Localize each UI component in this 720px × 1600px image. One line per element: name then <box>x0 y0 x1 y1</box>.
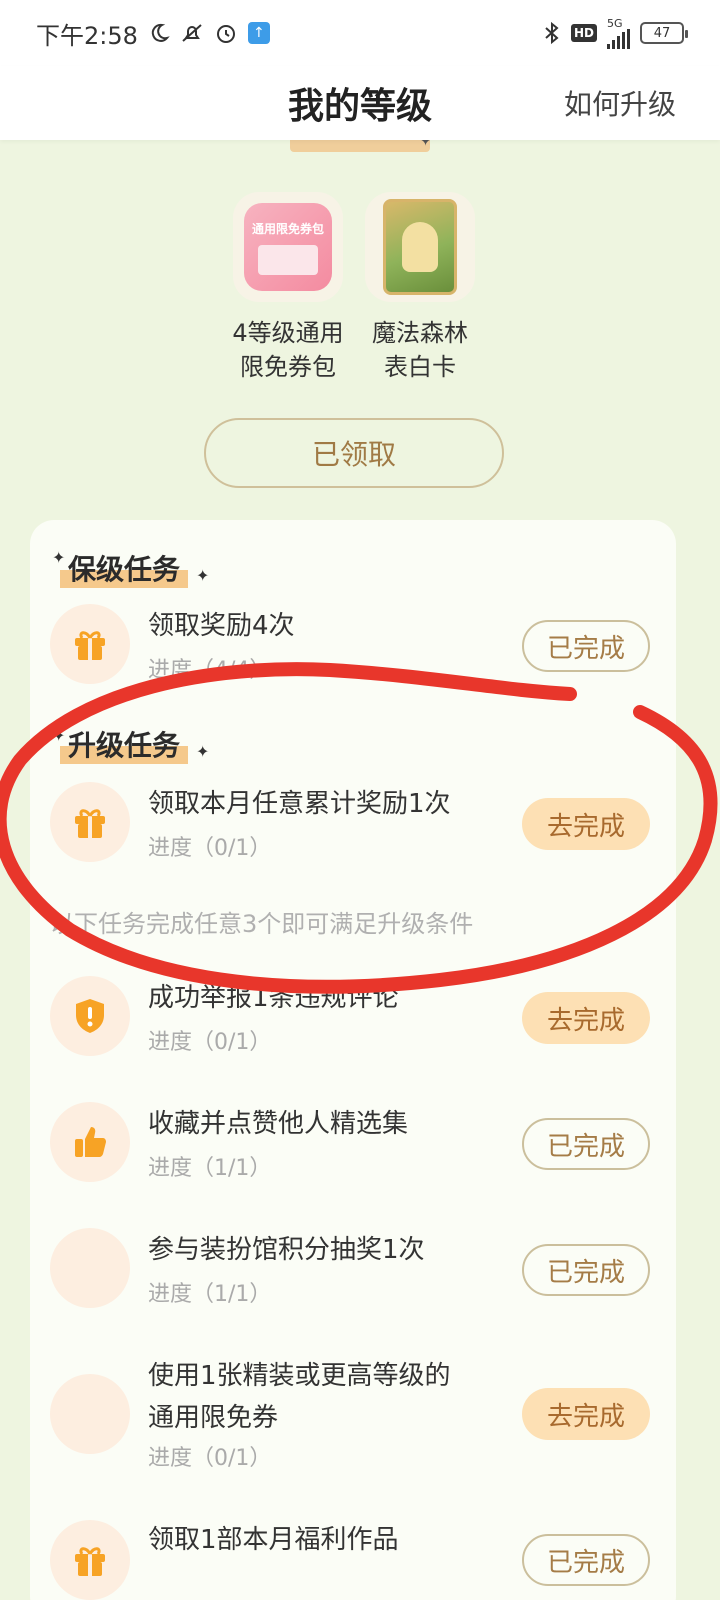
maintain-section-title: 保级任务 <box>60 548 189 588</box>
reward-label-line2: 限免券包 <box>240 353 336 381</box>
task-row: 领取本月任意累计奖励1次 进度（0/1） 去完成 <box>50 782 650 862</box>
reward-label-line1: 魔法森林 <box>372 319 468 347</box>
task-done-button[interactable]: 已完成 <box>522 620 650 672</box>
network-type: 5G <box>607 16 623 30</box>
sparkle-icon: ✦ <box>196 566 210 585</box>
task-row: 领取奖励4次 进度（4/4） 已完成 <box>50 604 650 684</box>
task-name: 领取奖励4次 <box>148 611 295 641</box>
upgrade-hint: 以下任务完成任意3个即可满足升级条件 <box>50 910 474 938</box>
task-done-button[interactable]: 已完成 <box>522 1118 650 1170</box>
reward-label: 魔法森林 表白卡 <box>350 316 490 384</box>
hd-badge: HD <box>570 24 597 42</box>
thumbs-up-icon <box>50 1102 130 1182</box>
task-row: 收藏并点赞他人精选集 进度（1/1） 已完成 <box>50 1102 650 1182</box>
task-progress: 进度（4/4） <box>148 658 272 683</box>
battery-icon: 47 <box>640 22 688 44</box>
task-row: 使用1张精装或更高等级的 通用限免券 进度（0/1） 去完成 <box>50 1356 650 1476</box>
task-name-line1: 使用1张精装或更高等级的 <box>148 1361 451 1391</box>
reward-item-coupon-pack[interactable]: 通用限免券包 4等级通用 限免券包 <box>218 192 358 384</box>
task-icon-placeholder <box>50 1228 130 1308</box>
task-done-button[interactable]: 已完成 <box>522 1244 650 1296</box>
task-done-button[interactable]: 已完成 <box>522 1534 650 1586</box>
gift-icon <box>50 782 130 862</box>
task-row: 成功举报1条违规评论 进度（0/1） 去完成 <box>50 976 650 1056</box>
upload-icon: ↑ <box>247 22 270 44</box>
gift-icon <box>50 604 130 684</box>
task-name: 领取本月任意累计奖励1次 <box>148 789 451 819</box>
task-name: 成功举报1条违规评论 <box>148 983 399 1013</box>
task-name: 收藏并点赞他人精选集 <box>148 1109 409 1139</box>
task-progress: 进度（0/1） <box>148 1030 272 1055</box>
shield-icon <box>50 976 130 1056</box>
task-go-button[interactable]: 去完成 <box>522 798 650 850</box>
task-progress: 进度（1/1） <box>148 1282 272 1307</box>
bluetooth-icon <box>543 21 561 45</box>
reward-thumbnail <box>365 192 475 302</box>
coupon-pack-image-text: 通用限免券包 <box>251 221 324 236</box>
confession-card-image <box>383 199 457 295</box>
claimed-button[interactable]: 已领取 <box>204 418 504 488</box>
task-progress: 进度（1/1） <box>148 1156 272 1181</box>
status-right: HD 5G 47 <box>543 18 688 49</box>
task-progress: 进度（0/1） <box>148 836 272 861</box>
task-go-button[interactable]: 去完成 <box>522 1388 650 1440</box>
task-name-line2: 通用限免券 <box>148 1403 279 1433</box>
task-name: 参与装扮馆积分抽奖1次 <box>148 1235 425 1265</box>
task-progress: 进度（0/1） <box>148 1446 272 1471</box>
status-bar: 下午2:58 ↑ HD 5G 47 <box>0 0 720 66</box>
status-time: 下午2:58 <box>36 21 138 50</box>
task-icon-placeholder <box>50 1374 130 1454</box>
upgrade-section-title: 升级任务 <box>60 724 189 764</box>
task-row: 参与装扮馆积分抽奖1次 进度（1/1） 已完成 <box>50 1228 650 1308</box>
task-row: 领取1部本月福利作品 已完成 <box>50 1520 650 1600</box>
how-to-upgrade-link[interactable]: 如何升级 <box>564 83 676 123</box>
gift-icon <box>50 1520 130 1600</box>
reward-label: 4等级通用 限免券包 <box>218 316 358 384</box>
coupon-pack-image: 通用限免券包 <box>244 203 332 291</box>
mute-icon <box>180 22 204 44</box>
alarm-icon <box>214 21 238 45</box>
reward-label-line1: 4等级通用 <box>232 319 344 347</box>
signal-icon: 5G <box>607 18 630 49</box>
task-go-button[interactable]: 去完成 <box>522 992 650 1044</box>
battery-level: 47 <box>653 25 671 41</box>
reward-label-line2: 表白卡 <box>384 353 456 381</box>
reward-thumbnail: 通用限免券包 <box>233 192 343 302</box>
task-name: 领取1部本月福利作品 <box>148 1525 399 1555</box>
sparkle-icon: ✦ <box>196 742 210 761</box>
reward-item-confession-card[interactable]: 魔法森林 表白卡 <box>350 192 490 384</box>
moon-icon <box>148 22 170 44</box>
page-title: 我的等级 <box>287 86 432 127</box>
status-left: 下午2:58 ↑ <box>36 16 270 51</box>
page-header: 我的等级 如何升级 <box>0 66 720 140</box>
